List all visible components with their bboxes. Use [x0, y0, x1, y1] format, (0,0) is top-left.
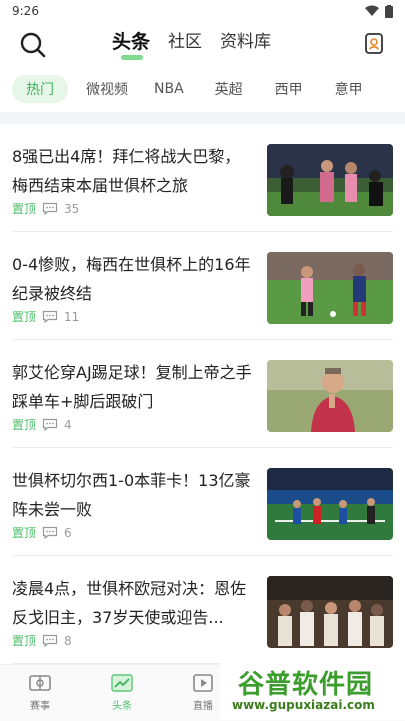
news-title[interactable]: 凌晨4点，世俱杯欧冠对决：恩佐反戈旧主，37岁天使或迎告...: [12, 574, 252, 632]
watermark-title: 谷普软件园: [238, 670, 374, 700]
news-thumbnail[interactable]: [267, 468, 393, 540]
play-icon: [193, 674, 213, 692]
news-meta: 置顶 35: [12, 200, 79, 217]
news-meta: 置顶 11: [12, 308, 79, 325]
news-thumbnail[interactable]: [267, 252, 393, 324]
tab-headlines[interactable]: 头条: [112, 28, 150, 60]
status-bar: 9:26: [0, 0, 405, 22]
pinned-label: 置顶: [12, 526, 37, 540]
news-title[interactable]: 郭艾伦穿AJ踢足球！复制上帝之手 踩单车+脚后跟破门: [12, 358, 252, 416]
main-tabs: 头条 社区 资料库: [112, 28, 271, 60]
news-meta: 置顶 8: [12, 632, 72, 649]
watermark-url: www.gupuxiazai.com: [232, 698, 375, 712]
pinned-label: 置顶: [12, 634, 37, 648]
comment-count: 8: [64, 633, 72, 648]
tab-database[interactable]: 资料库: [220, 28, 271, 56]
news-title[interactable]: 0-4惨败，梅西在世俱杯上的16年纪录被终结: [12, 250, 252, 308]
nav-label: 赛事: [30, 701, 50, 712]
tab-community[interactable]: 社区: [168, 28, 202, 56]
battery-icon: [385, 4, 393, 18]
news-title[interactable]: 世俱杯切尔西1-0本菲卡！13亿豪阵未尝一败: [12, 466, 252, 524]
news-list: 8强已出4席！拜仁将战大巴黎，梅西结束本届世俱杯之旅 置顶 35 0-4惨败，梅…: [0, 124, 405, 664]
pinned-label: 置顶: [12, 202, 37, 216]
news-item[interactable]: 世俱杯切尔西1-0本菲卡！13亿豪阵未尝一败 置顶 6: [12, 448, 393, 556]
comment-icon: [42, 418, 58, 431]
news-item[interactable]: 0-4惨败，梅西在世俱杯上的16年纪录被终结 置顶 11: [12, 232, 393, 340]
news-item[interactable]: 8强已出4席！拜仁将战大巴黎，梅西结束本届世俱杯之旅 置顶 35: [12, 124, 393, 232]
news-title[interactable]: 8强已出4席！拜仁将战大巴黎，梅西结束本届世俱杯之旅: [12, 142, 252, 200]
comment-count: 35: [64, 201, 80, 216]
category-tabs: 热门 微视频 NBA 英超 西甲 意甲: [0, 70, 405, 108]
wifi-icon: [365, 5, 379, 16]
news-item[interactable]: 凌晨4点，世俱杯欧冠对决：恩佐反戈旧主，37岁天使或迎告... 置顶 8: [12, 556, 393, 664]
category-tab-seriea[interactable]: 意甲: [335, 79, 363, 99]
comment-icon: [42, 310, 58, 323]
news-thumbnail[interactable]: [267, 576, 393, 648]
news-meta: 置顶 6: [12, 524, 72, 541]
comment-icon: [42, 634, 58, 647]
nav-label: 头条: [112, 701, 132, 712]
top-header: 头条 社区 资料库: [0, 22, 405, 66]
news-meta: 置顶 4: [12, 416, 72, 433]
news-thumbnail[interactable]: [267, 144, 393, 216]
nav-matches[interactable]: 赛事: [15, 673, 65, 712]
nav-headlines[interactable]: 头条: [97, 673, 147, 712]
category-tab-epl[interactable]: 英超: [215, 79, 243, 99]
comment-icon: [42, 202, 58, 215]
category-tab-hot[interactable]: 热门: [12, 75, 68, 103]
pinned-label: 置顶: [12, 418, 37, 432]
comment-count: 4: [64, 417, 72, 432]
chart-trend-icon: [111, 674, 133, 692]
category-tab-laliga[interactable]: 西甲: [275, 79, 303, 99]
comment-icon: [42, 526, 58, 539]
search-icon[interactable]: [18, 30, 48, 60]
category-tab-video[interactable]: 微视频: [86, 79, 128, 99]
news-item[interactable]: 郭艾伦穿AJ踢足球！复制上帝之手 踩单车+脚后跟破门 置顶 4: [12, 340, 393, 448]
comment-count: 11: [64, 309, 80, 324]
section-divider: [0, 112, 405, 124]
watermark: 谷普软件园 www.gupuxiazai.com: [220, 660, 405, 720]
status-icons: [365, 4, 393, 18]
pinned-label: 置顶: [12, 310, 37, 324]
news-thumbnail[interactable]: [267, 360, 393, 432]
scoreboard-icon: [29, 675, 51, 691]
category-tab-nba[interactable]: NBA: [154, 81, 184, 97]
profile-card-icon[interactable]: [363, 32, 385, 56]
nav-label: 直播: [193, 701, 213, 712]
status-time: 9:26: [12, 4, 39, 18]
comment-count: 6: [64, 525, 72, 540]
